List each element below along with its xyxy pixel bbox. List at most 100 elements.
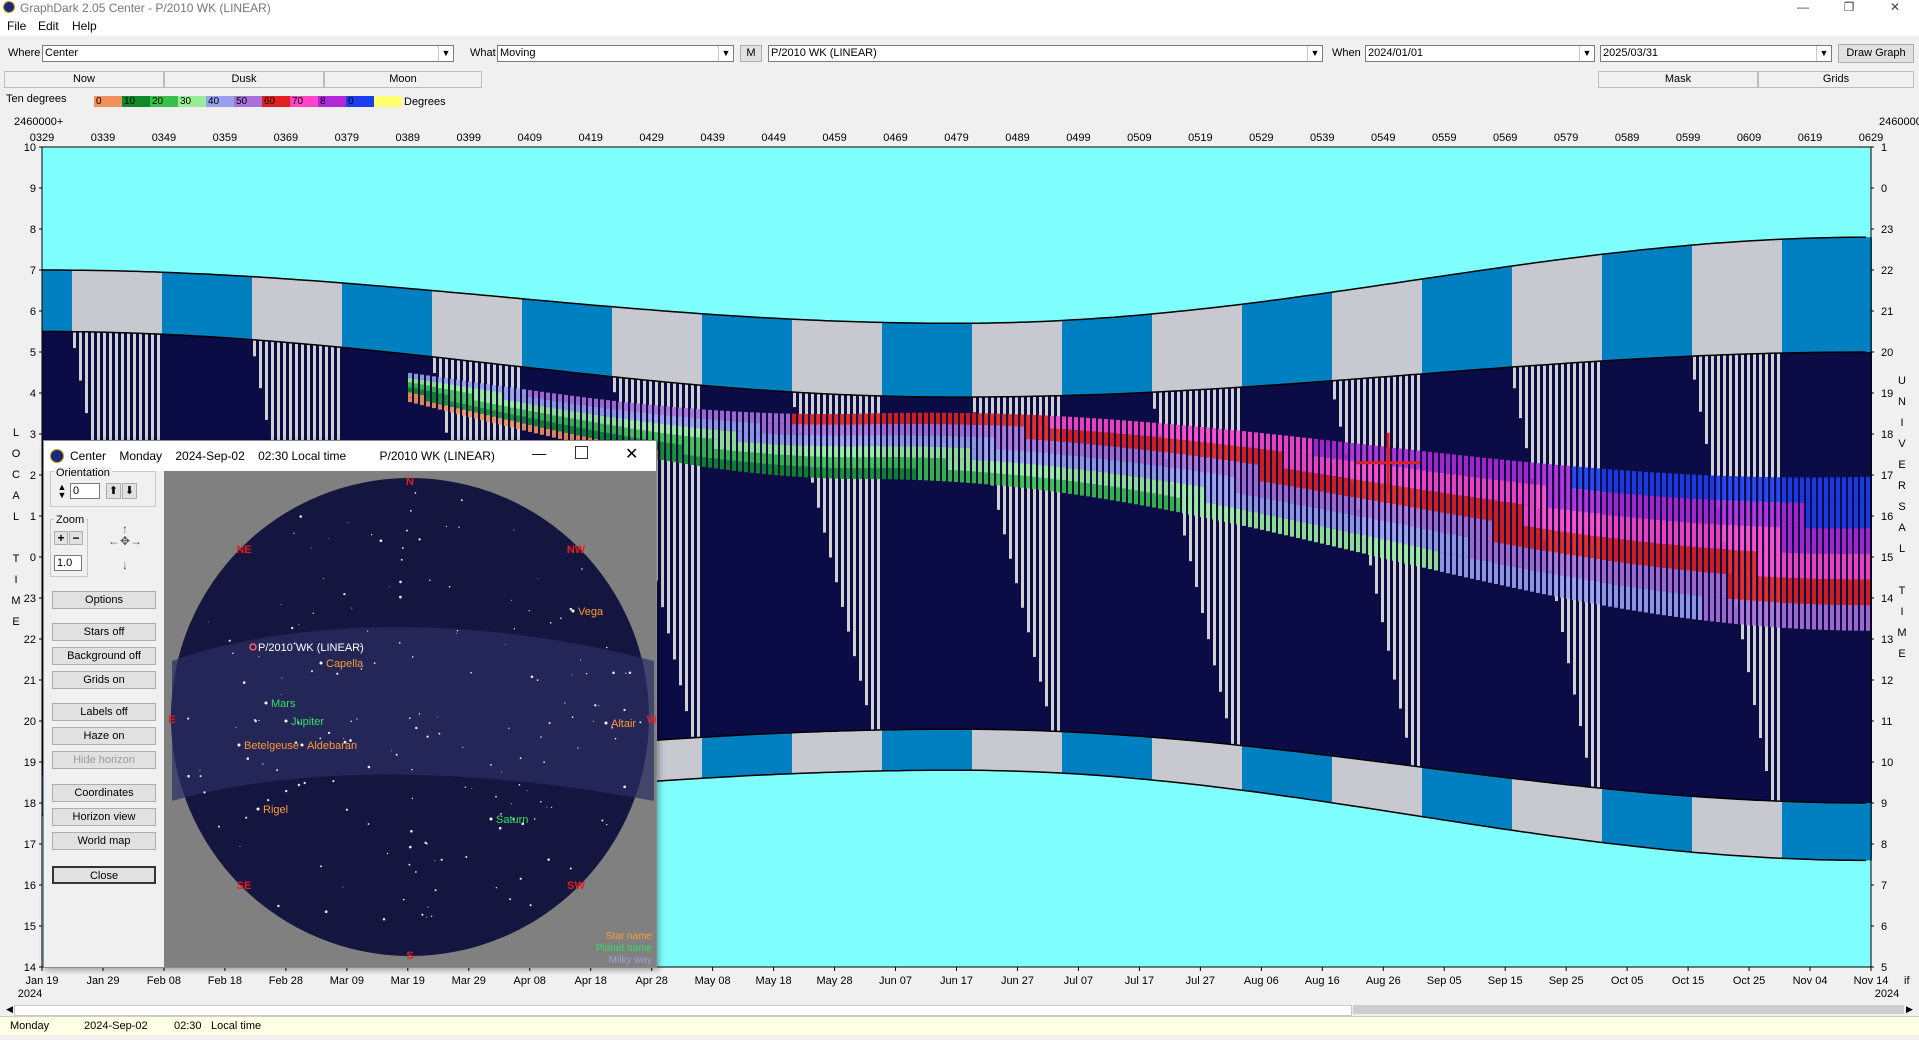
draw-graph-button[interactable]: Draw Graph [1838, 44, 1914, 63]
world-map-button[interactable]: World map [52, 832, 156, 850]
twilight-segment [1014, 322, 1020, 397]
altitude-segment [678, 435, 682, 445]
arrow-up-icon[interactable]: ⬆ [106, 483, 121, 499]
altitude-segment [1302, 522, 1306, 540]
star-dot [437, 716, 439, 718]
altitude-segment [804, 435, 808, 446]
maximize-icon[interactable] [575, 446, 588, 459]
date-from-select[interactable]: 2024/01/01 ▼ [1365, 45, 1595, 62]
right-axis-title-letter: L [1899, 543, 1905, 555]
close-window-button[interactable]: ✕ [1872, 0, 1918, 16]
twilight-segment [1242, 304, 1248, 388]
date-to-select[interactable]: 2025/03/31 ▼ [1600, 45, 1832, 62]
sky-map[interactable]: N NE NW E W SE SW S P/2010 WK (LINEAR) Capella Veg… [164, 471, 656, 967]
altitude-segment [1866, 579, 1870, 606]
altitude-segment [1734, 500, 1738, 526]
twilight-segment [1386, 762, 1392, 812]
chevron-down-icon[interactable]: ▼ [1579, 46, 1594, 61]
altitude-segment [810, 435, 814, 446]
altitude-segment [1434, 472, 1438, 492]
date-tick-label: Nov 04 [1793, 975, 1828, 987]
altitude-segment [414, 398, 418, 404]
altitude-segment [564, 417, 568, 426]
tab-grids[interactable]: Grids [1758, 71, 1914, 88]
coordinates-button[interactable]: Coordinates [52, 784, 156, 802]
twilight-segment [1050, 731, 1056, 773]
minimize-icon[interactable]: — [532, 445, 546, 461]
close-button[interactable]: Close [52, 866, 156, 884]
options-button[interactable]: Options [52, 591, 156, 609]
stars-off-button[interactable]: Stars off [52, 623, 156, 641]
where-select[interactable]: Center ▼ [42, 45, 454, 62]
object-select[interactable]: P/2010 WK (LINEAR) ▼ [768, 45, 1323, 62]
scroll-track[interactable] [14, 1005, 1352, 1016]
altitude-segment [468, 411, 472, 418]
star-dot [379, 539, 383, 543]
scroll-left-icon[interactable]: ◀ [6, 1004, 13, 1015]
altitude-segment [588, 421, 592, 430]
altitude-segment [774, 444, 778, 455]
altitude-segment [432, 392, 436, 398]
orientation-input[interactable]: 0 [70, 483, 100, 499]
altitude-segment [564, 394, 568, 403]
what-select[interactable]: Moving ▼ [497, 45, 734, 62]
tab-now[interactable]: Now [4, 71, 164, 88]
altitude-segment [1092, 444, 1096, 458]
horizontal-scrollbar[interactable]: ◀ ▶ [0, 1003, 1919, 1016]
altitude-segment [1422, 451, 1426, 471]
key-label: Planet name [596, 943, 653, 954]
hide-horizon-button[interactable]: Hide horizon [52, 751, 156, 769]
minimize-button[interactable]: — [1780, 0, 1826, 16]
horizon-view-button[interactable]: Horizon view [52, 808, 156, 826]
scroll-right-icon[interactable]: ▶ [1906, 1004, 1913, 1015]
pan-arrows-icon[interactable]: ↑ ←✥→ ↓ [100, 523, 150, 573]
altitude-segment [1278, 500, 1282, 518]
altitude-segment [1362, 444, 1366, 463]
twilight-segment [606, 306, 612, 377]
chevron-down-icon[interactable]: ▼ [718, 46, 733, 61]
chevron-down-icon[interactable]: ▼ [1307, 46, 1322, 61]
altitude-segment [1662, 472, 1666, 497]
background-off-button[interactable]: Background off [52, 647, 156, 665]
arrow-down-icon[interactable]: ⬇ [122, 483, 137, 499]
altitude-segment [618, 418, 622, 427]
altitude-segment [1434, 531, 1438, 551]
twilight-segment [1662, 793, 1668, 850]
tab-mask[interactable]: Mask [1598, 71, 1758, 88]
altitude-segment [1560, 509, 1564, 532]
altitude-segment [1056, 454, 1060, 467]
altitude-segment [1506, 460, 1510, 482]
star-dot [465, 856, 468, 858]
altitude-segment [630, 420, 634, 429]
m-button[interactable]: M [740, 45, 762, 62]
menu-edit[interactable]: Edit [38, 19, 59, 33]
sky-chart[interactable]: NNE NWE WSE SWSP/2010 WK (LINEAR)CapellaVeg… [164, 471, 656, 967]
twilight-segment [1074, 319, 1080, 396]
altitude-segment [1098, 485, 1102, 499]
tab-dusk[interactable]: Dusk [164, 71, 324, 88]
altitude-segment [1176, 453, 1180, 469]
altitude-segment [1044, 440, 1048, 454]
restore-button[interactable]: ❐ [1826, 0, 1872, 16]
zoom-in-icon[interactable]: + [54, 531, 68, 545]
orientation-spinner[interactable]: ▲ ▼ [56, 483, 68, 500]
altitude-segment [582, 405, 586, 413]
labels-off-button[interactable]: Labels off [52, 703, 156, 721]
altitude-segment [1530, 527, 1534, 549]
chevron-down-icon[interactable]: ▼ [1816, 46, 1831, 61]
grids-on-button[interactable]: Grids on [52, 671, 156, 689]
altitude-segment [1470, 517, 1474, 538]
twilight-segment [1716, 797, 1722, 855]
zoom-input[interactable]: 1.0 [54, 555, 82, 571]
menu-help[interactable]: Help [72, 19, 97, 33]
haze-on-button[interactable]: Haze on [52, 727, 156, 745]
tab-moon[interactable]: Moon [324, 71, 482, 88]
altitude-segment [1566, 510, 1570, 533]
menu-file[interactable]: File [7, 19, 26, 33]
chevron-down-icon[interactable]: ▼ [438, 46, 453, 61]
zoom-out-icon[interactable]: − [69, 531, 83, 545]
scroll-thumb[interactable] [1353, 1005, 1904, 1014]
close-icon[interactable]: ✕ [625, 444, 638, 464]
altitude-segment [1098, 458, 1102, 472]
star-dot [246, 757, 250, 760]
